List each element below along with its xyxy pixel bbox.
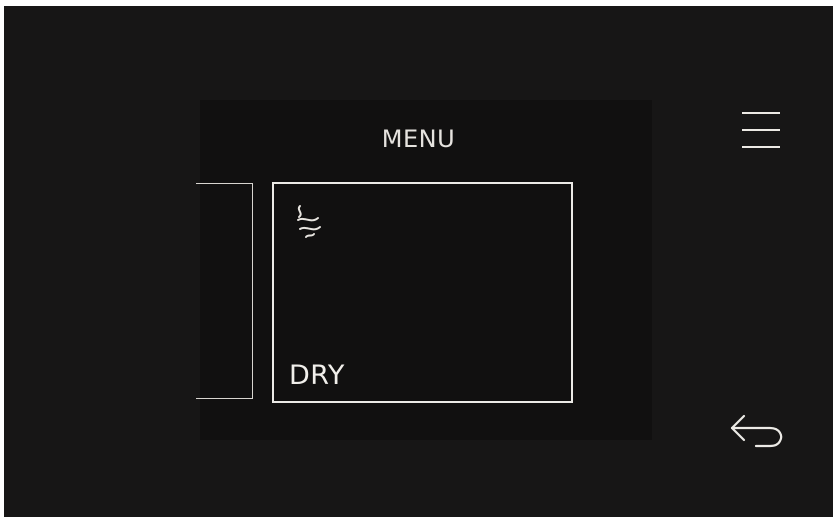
back-arrow-icon[interactable] bbox=[726, 408, 788, 452]
hamburger-line bbox=[742, 112, 780, 114]
dry-waves-icon bbox=[297, 205, 321, 238]
hamburger-line bbox=[742, 129, 780, 131]
hamburger-line bbox=[742, 146, 780, 148]
hamburger-menu-icon[interactable] bbox=[738, 106, 784, 154]
program-tile-dry[interactable]: DRY bbox=[272, 182, 573, 403]
program-label: DRY bbox=[289, 360, 345, 391]
appliance-screen: MENU DRY bbox=[4, 6, 833, 517]
previous-program-tile[interactable] bbox=[196, 183, 253, 399]
page-title: MENU bbox=[381, 125, 456, 153]
